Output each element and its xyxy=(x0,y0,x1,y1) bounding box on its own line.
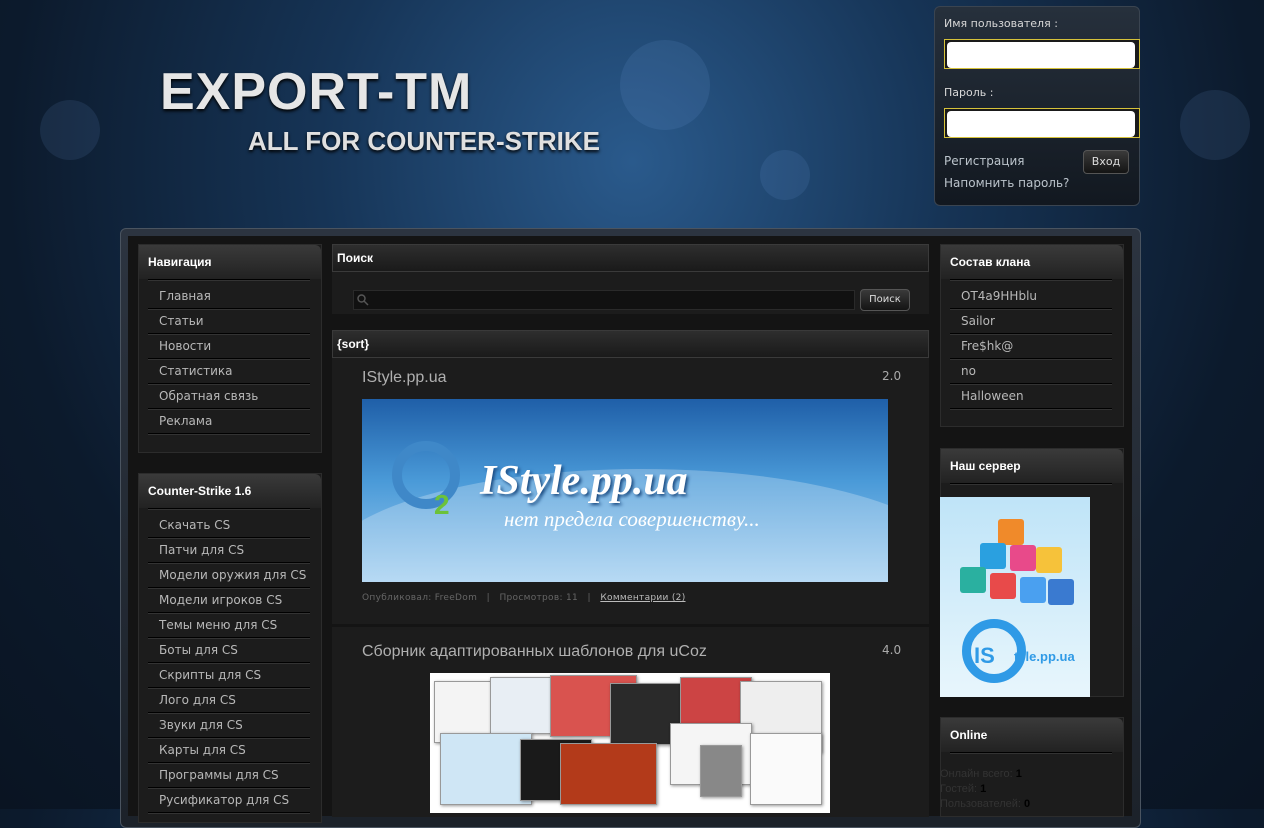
background-bokeh xyxy=(40,100,100,160)
banner-logo-ring xyxy=(392,441,460,509)
password-label: Пароль : xyxy=(944,86,994,99)
background-bokeh xyxy=(760,150,810,200)
cs-menu-item[interactable]: Модели игроков CS xyxy=(148,588,310,613)
username-field[interactable] xyxy=(947,42,1135,68)
post-rating: 2.0 xyxy=(882,369,902,383)
server-title: Наш сервер xyxy=(941,449,1123,483)
cs-menu-item[interactable]: Темы меню для CS xyxy=(148,613,310,638)
logo-subtitle: ALL FOR COUNTER-STRIKE xyxy=(248,126,600,156)
server-banner[interactable]: IS tyle.pp.ua xyxy=(940,497,1090,697)
post-meta: Опубликовал: FreeDom | Просмотров: 11 | … xyxy=(362,593,686,603)
banner-tagline: нет предела совершенству... xyxy=(504,507,760,531)
clan-member[interactable]: Sailor xyxy=(950,309,1112,334)
cs-menu-item[interactable]: Боты для CS xyxy=(148,638,310,663)
search-button[interactable]: Поиск xyxy=(860,289,910,311)
online-total-value: 1 xyxy=(1015,768,1022,780)
nav-item-stats[interactable]: Статистика xyxy=(148,359,310,384)
online-title: Online xyxy=(941,718,1123,752)
remind-password-link[interactable]: Напомнить пароль? xyxy=(944,176,1069,190)
cs-menu-item[interactable]: Русификатор для CS xyxy=(148,788,310,813)
navigation-block: Навигация Главная Статьи Новости Статист… xyxy=(138,244,322,453)
cs-menu-block: Counter-Strike 1.6 Скачать CS Патчи для … xyxy=(138,473,322,823)
online-users-label: Пользователей: xyxy=(940,798,1021,810)
server-logo-text: IS xyxy=(974,643,995,668)
nav-item-ads[interactable]: Реклама xyxy=(148,409,310,434)
post-image-collage[interactable] xyxy=(430,673,830,813)
online-guests-value: 1 xyxy=(980,783,987,795)
nav-item-home[interactable]: Главная xyxy=(148,284,310,309)
username-field-wrap xyxy=(944,39,1140,69)
search-header: Поиск xyxy=(332,244,929,272)
nav-item-feedback[interactable]: Обратная связь xyxy=(148,384,310,409)
meta-separator: | xyxy=(486,593,490,603)
online-stats: Онлайн всего: 1 Гостей: 1 Пользователей:… xyxy=(940,767,1030,812)
cs-menu-item[interactable]: Программы для CS xyxy=(148,763,310,788)
cs-menu-item[interactable]: Лого для CS xyxy=(148,688,310,713)
clan-member[interactable]: OT4a9HHblu xyxy=(950,284,1112,309)
background-bokeh xyxy=(1180,90,1250,160)
navigation-title: Навигация xyxy=(139,245,321,279)
search-icon xyxy=(357,294,369,306)
cs-menu-item[interactable]: Карты для CS xyxy=(148,738,310,763)
clan-member[interactable]: no xyxy=(950,359,1112,384)
post-views: Просмотров: 11 xyxy=(499,593,579,603)
clan-member[interactable]: Halloween xyxy=(950,384,1112,409)
login-button[interactable]: Вход xyxy=(1083,150,1129,174)
meta-separator: | xyxy=(587,593,591,603)
post-comments-link[interactable]: Комментарии (2) xyxy=(600,593,685,603)
clan-block: Состав клана OT4a9HHblu Sailor Fre$hk@ n… xyxy=(940,244,1124,427)
online-total-label: Онлайн всего: xyxy=(940,768,1013,780)
nav-item-articles[interactable]: Статьи xyxy=(148,309,310,334)
cs-menu-item[interactable]: Модели оружия для CS xyxy=(148,563,310,588)
nav-item-news[interactable]: Новости xyxy=(148,334,310,359)
server-logo-text2: tyle.pp.ua xyxy=(1014,649,1075,664)
cs-menu-item[interactable]: Скрипты для CS xyxy=(148,663,310,688)
navigation-menu: Главная Статьи Новости Статистика Обратн… xyxy=(139,280,321,434)
banner-brand: IStyle.pp.ua xyxy=(480,458,688,504)
post-title[interactable]: IStyle.pp.ua xyxy=(362,369,447,387)
clan-member[interactable]: Fre$hk@ xyxy=(950,334,1112,359)
cs-menu-item[interactable]: Скачать CS xyxy=(148,513,310,538)
username-label: Имя пользователя : xyxy=(944,17,1058,30)
post-rating: 4.0 xyxy=(882,643,902,657)
online-guests-label: Гостей: xyxy=(940,783,978,795)
register-link[interactable]: Регистрация xyxy=(944,154,1024,168)
login-panel: Имя пользователя : Пароль : Регистрация … xyxy=(934,6,1140,206)
clan-title: Состав клана xyxy=(941,245,1123,279)
cs-menu: Скачать CS Патчи для CS Модели оружия дл… xyxy=(139,509,321,813)
cs-menu-item[interactable]: Патчи для CS xyxy=(148,538,310,563)
post-banner[interactable]: 2 IStyle.pp.ua нет предела совершенству.… xyxy=(362,399,888,582)
cs-menu-title: Counter-Strike 1.6 xyxy=(139,474,321,508)
sort-header: {sort} xyxy=(332,330,929,358)
password-field-wrap xyxy=(944,108,1140,138)
clan-list: OT4a9HHblu Sailor Fre$hk@ no Halloween xyxy=(941,280,1123,409)
post-title[interactable]: Сборник адаптированных шаблонов для uCoz xyxy=(362,643,707,661)
background-bokeh xyxy=(620,40,710,130)
logo-title: EXPORT-TM xyxy=(160,63,473,121)
banner-logo-sub: 2 xyxy=(434,489,450,520)
online-users-value: 0 xyxy=(1024,798,1031,810)
search-input[interactable] xyxy=(353,290,855,310)
cs-menu-item[interactable]: Звуки для CS xyxy=(148,713,310,738)
site-logo[interactable]: EXPORT-TM ALL FOR COUNTER-STRIKE xyxy=(160,62,600,157)
password-field[interactable] xyxy=(947,111,1135,137)
post-author: Опубликовал: FreeDom xyxy=(362,593,478,603)
